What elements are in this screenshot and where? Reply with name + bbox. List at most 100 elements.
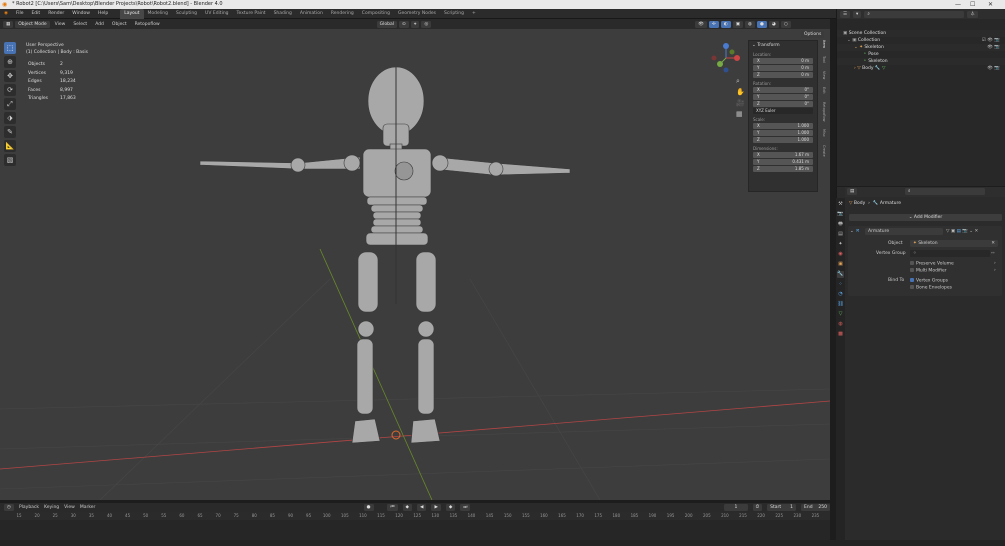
- scale-z-field[interactable]: Z 1.000: [753, 137, 813, 143]
- minimize-button[interactable]: —: [955, 0, 961, 9]
- move-tool-icon[interactable]: ✥: [4, 70, 16, 82]
- vertex-groups-checkbox[interactable]: Vertex Groups: [910, 278, 948, 284]
- tab-rendering[interactable]: Rendering: [327, 9, 358, 19]
- preserve-volume-checkbox[interactable]: Preserve Volume: [910, 261, 954, 267]
- location-y-field[interactable]: Y0 m: [753, 65, 813, 71]
- dimensions-z-field[interactable]: Z 1.85 m: [753, 166, 813, 172]
- filter-icon[interactable]: ⏃: [967, 10, 978, 18]
- outliner-item-skeleton[interactable]: ⌄ ✦ Skeleton 👁 📷: [837, 44, 1005, 51]
- frame-ruler[interactable]: 15 20 25 30 35 40 45 50 55 60 65 70 75 80 85 90 95 100 105…: [0, 512, 830, 520]
- object-field[interactable]: ✦ Skeleton ✕: [910, 240, 998, 247]
- menu-view[interactable]: View: [52, 22, 69, 27]
- outliner-item-pose[interactable]: ⚬ Pose: [837, 51, 1005, 58]
- output-props-icon[interactable]: 🖶: [837, 221, 844, 228]
- tab-sculpting[interactable]: Sculpting: [172, 9, 201, 19]
- particles-props-icon[interactable]: ⁘: [837, 281, 844, 288]
- view-layer-props-icon[interactable]: ▤: [837, 231, 844, 238]
- current-frame-field[interactable]: 1: [724, 504, 748, 511]
- visibility-icon[interactable]: 👁 📷: [987, 44, 1000, 51]
- tab-uv-editing[interactable]: UV Editing: [201, 9, 232, 19]
- outliner-editor-type-button[interactable]: ☰: [840, 10, 851, 18]
- transform-header[interactable]: ⌄ Transform: [749, 41, 817, 50]
- add-modifier-button[interactable]: ⌄ Add Modifier: [849, 214, 1002, 221]
- invert-vertex-group-icon[interactable]: ↔: [991, 251, 995, 256]
- tab-view[interactable]: View: [820, 71, 826, 79]
- menu-timeline-view[interactable]: View: [64, 505, 75, 510]
- timeline-editor-type-button[interactable]: ◷: [4, 504, 14, 511]
- collapse-icon[interactable]: ⌄: [850, 229, 854, 234]
- tab-misc[interactable]: Misc: [820, 129, 826, 137]
- object-props-icon[interactable]: ▣: [837, 261, 844, 268]
- add-cube-tool-icon[interactable]: ▧: [4, 154, 16, 166]
- pivot-icon[interactable]: ⊙: [399, 20, 409, 28]
- menu-select[interactable]: Select: [70, 22, 90, 27]
- texture-props-icon[interactable]: ▩: [837, 331, 844, 338]
- preview-range-icon[interactable]: ⏱: [752, 504, 763, 511]
- render-props-icon[interactable]: 📷: [837, 211, 844, 218]
- tab-retopoflow[interactable]: Retopoflow: [820, 102, 826, 122]
- cursor-tool-icon[interactable]: ⊕: [4, 56, 16, 68]
- editor-type-button[interactable]: ▦: [3, 20, 14, 28]
- location-x-field[interactable]: X0 m: [753, 58, 813, 64]
- robot-mesh[interactable]: [199, 66, 571, 444]
- transform-orientation-dropdown[interactable]: Global: [376, 20, 398, 28]
- dimensions-x-field[interactable]: X 1.67 m: [753, 152, 813, 158]
- physics-props-icon[interactable]: ◔: [837, 291, 844, 298]
- tool-props-icon[interactable]: ⚒: [837, 201, 844, 208]
- scale-x-field[interactable]: X 1.000: [753, 123, 813, 129]
- play-reverse-button[interactable]: ◀: [416, 504, 427, 511]
- visibility-icon[interactable]: 👁 📷: [987, 65, 1000, 72]
- rotation-x-field[interactable]: X 0°: [753, 87, 813, 93]
- menu-playback[interactable]: Playback: [19, 505, 39, 510]
- gizmo-x-axis[interactable]: [734, 55, 740, 61]
- next-key-button[interactable]: ◆: [445, 504, 456, 511]
- navigation-gizmo[interactable]: ⌕ ✋ 🎥 ▦: [706, 40, 746, 122]
- snap-icon[interactable]: ⌖: [410, 20, 420, 28]
- menu-object[interactable]: Object: [109, 22, 130, 27]
- scale-y-field[interactable]: Y 1.000: [753, 130, 813, 136]
- properties-search-input[interactable]: ⌕: [905, 188, 985, 195]
- measure-tool-icon[interactable]: 📐: [4, 140, 16, 152]
- record-button[interactable]: ●: [363, 504, 374, 511]
- shading-material-icon[interactable]: ◕: [768, 20, 779, 28]
- modifier-name-field[interactable]: Armature: [865, 228, 943, 235]
- menu-help[interactable]: Help: [94, 11, 112, 16]
- play-button[interactable]: ▶: [431, 504, 441, 511]
- rotate-tool-icon[interactable]: ⟳: [4, 84, 16, 96]
- overlays-toggle-icon[interactable]: ◐: [720, 20, 731, 28]
- tab-geometry-nodes[interactable]: Geometry Nodes: [394, 9, 440, 19]
- jump-start-button[interactable]: ⏮: [387, 504, 398, 511]
- menu-window[interactable]: Window: [68, 11, 94, 16]
- maximize-button[interactable]: ☐: [970, 0, 975, 9]
- modifier-toggles[interactable]: ▽ ▣ ▤ 📷 ⌄ ✕: [946, 229, 978, 234]
- tab-layout[interactable]: Layout: [120, 8, 144, 19]
- menu-keying[interactable]: Keying: [44, 505, 59, 510]
- dimensions-y-field[interactable]: Y 0.431 m: [753, 159, 813, 165]
- tab-shading[interactable]: Shading: [270, 9, 296, 19]
- menu-add[interactable]: Add: [92, 22, 107, 27]
- menu-render[interactable]: Render: [44, 11, 68, 16]
- multi-modifier-checkbox[interactable]: Multi Modifier: [910, 268, 947, 274]
- scale-tool-icon[interactable]: ⤢: [4, 98, 16, 110]
- start-frame-field[interactable]: Start 1: [767, 504, 797, 511]
- add-workspace-button[interactable]: +: [468, 9, 480, 19]
- object-mode-dropdown[interactable]: Object Mode: [15, 20, 50, 28]
- tab-tool[interactable]: Tool: [820, 56, 826, 63]
- tab-scripting[interactable]: Scripting: [440, 9, 468, 19]
- tab-compositing[interactable]: Compositing: [358, 9, 394, 19]
- outliner-item-scene-collection[interactable]: ▣ Scene Collection: [837, 30, 1005, 37]
- shading-rendered-icon[interactable]: ○: [780, 20, 791, 28]
- gizmo-z-axis[interactable]: [723, 43, 729, 49]
- shading-solid-icon[interactable]: ●: [756, 20, 767, 28]
- menu-file[interactable]: File: [12, 11, 28, 16]
- visibility-icon[interactable]: ☑ 👁 📷: [982, 37, 1000, 44]
- menu-marker[interactable]: Marker: [80, 505, 96, 510]
- constraints-props-icon[interactable]: ⛓: [837, 301, 844, 308]
- scene-props-icon[interactable]: ✦: [837, 241, 844, 248]
- tab-create[interactable]: Create: [820, 145, 826, 157]
- vertex-group-field[interactable]: ⁘: [910, 250, 990, 257]
- tab-modeling[interactable]: Modeling: [144, 9, 172, 19]
- jump-end-button[interactable]: ⏭: [460, 504, 471, 511]
- rotation-mode-dropdown[interactable]: XYZ Euler: [753, 108, 813, 114]
- proportional-edit-icon[interactable]: ◎: [421, 20, 432, 28]
